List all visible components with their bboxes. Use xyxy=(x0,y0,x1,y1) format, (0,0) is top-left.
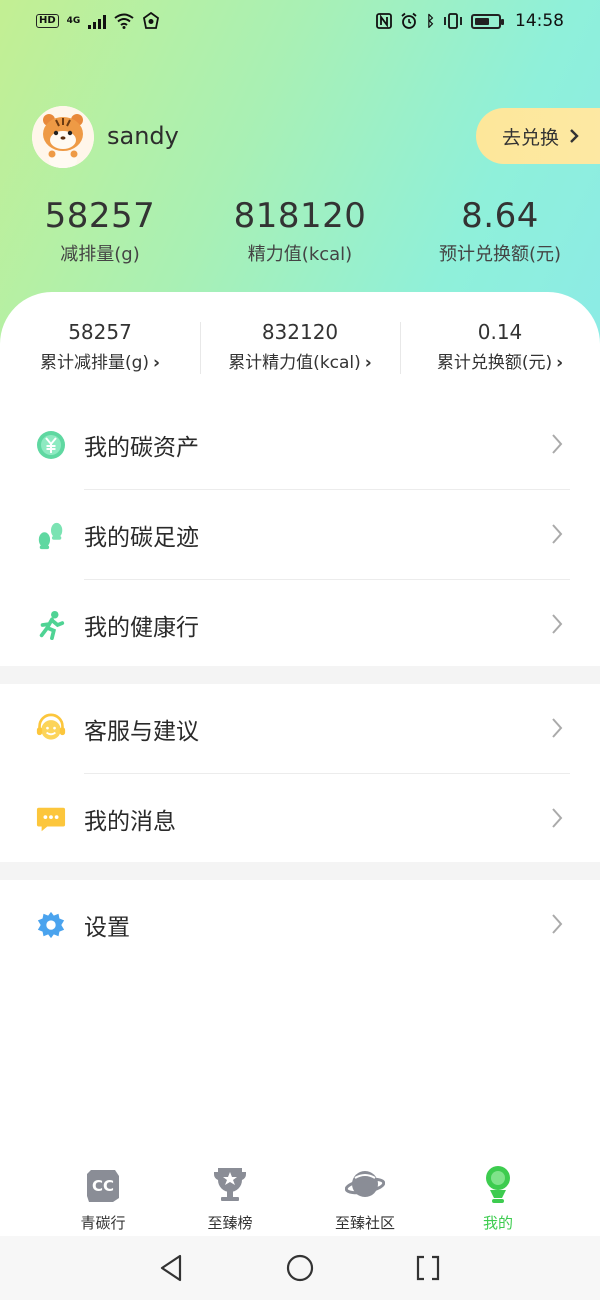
chevron-right-icon xyxy=(570,129,579,143)
stat-label: 累计减排量(g) xyxy=(39,353,150,373)
cumulative-exchange[interactable]: 0.14 累计兑换额(元) › xyxy=(400,320,600,376)
planet-icon xyxy=(344,1171,386,1197)
tab-label: 至臻社区 xyxy=(334,1214,395,1232)
tiger-avatar-icon xyxy=(32,106,94,168)
exchange-button[interactable]: 去兑换 xyxy=(476,108,600,164)
svg-text:CC: CC xyxy=(92,1177,114,1195)
menu-item-healthy-travel[interactable]: 我的健康行 xyxy=(0,580,600,670)
chevron-right-icon xyxy=(552,524,563,544)
tab-qingtanxing[interactable]: CC 青碳行 xyxy=(53,1156,153,1233)
system-navigation-bar xyxy=(0,1236,600,1300)
gear-icon xyxy=(36,910,66,940)
status-bar: HD 4G ᛒ 14:58 xyxy=(0,0,600,42)
tab-label: 青碳行 xyxy=(80,1214,126,1232)
chevron-right-icon xyxy=(552,808,563,828)
cumulative-stats: 58257 累计减排量(g) › 832120 累计精力值(kcal) › 0.14… xyxy=(0,320,600,376)
person-icon xyxy=(486,1166,510,1203)
menu-item-label: 我的碳足迹 xyxy=(84,525,199,551)
menu-item-carbon-assets[interactable]: 我的碳资产 xyxy=(0,400,600,490)
chevron-right-icon xyxy=(552,718,563,738)
recents-icon[interactable] xyxy=(412,1252,444,1284)
section-gap xyxy=(0,862,600,880)
home-icon[interactable] xyxy=(284,1252,316,1284)
tab-mine[interactable]: 我的 xyxy=(448,1156,548,1233)
nfc-icon xyxy=(376,13,392,29)
menu-item-settings[interactable]: 设置 xyxy=(0,880,600,970)
stat-value: 8.64 xyxy=(461,196,539,236)
chevron-right-icon xyxy=(552,614,563,634)
exchange-button-label: 去兑换 xyxy=(502,126,560,149)
cc-icon: CC xyxy=(87,1170,119,1202)
bottom-tab-bar: CC 青碳行 至臻榜 至臻社区 我的 xyxy=(0,1156,600,1236)
yuan-coin-icon xyxy=(36,430,66,460)
stat-label: 预计兑换额(元) xyxy=(438,244,562,265)
footprint-icon xyxy=(36,520,66,550)
hd-badge: HD xyxy=(36,14,59,28)
runner-icon xyxy=(36,610,66,640)
cumulative-emission-reduction[interactable]: 58257 累计减排量(g) › xyxy=(0,320,200,376)
stat-value: 832120 xyxy=(261,320,339,344)
chevron-right-icon xyxy=(552,914,563,934)
stat-label: 减排量(g) xyxy=(60,244,140,265)
menu-item-label: 设置 xyxy=(84,915,130,941)
menu-item-label: 我的健康行 xyxy=(84,615,199,641)
bluetooth-icon: ᛒ xyxy=(425,12,435,30)
shield-icon xyxy=(143,12,160,29)
headset-icon xyxy=(36,713,66,744)
wifi-icon xyxy=(114,13,134,29)
stat-energy: 818120 精力值(kcal) xyxy=(200,196,400,266)
vibrate-icon xyxy=(444,13,462,29)
message-icon xyxy=(36,804,66,834)
chevron-right-icon: › xyxy=(556,353,564,373)
chevron-right-icon: › xyxy=(364,353,372,373)
cumulative-energy[interactable]: 832120 累计精力值(kcal) › xyxy=(200,320,400,376)
menu-item-customer-service[interactable]: 客服与建议 xyxy=(0,684,600,774)
menu-group-assets: 我的碳资产 我的碳足迹 我的健康行 xyxy=(0,400,600,670)
stat-value: 58257 xyxy=(68,320,132,344)
menu-item-carbon-footprint[interactable]: 我的碳足迹 xyxy=(0,490,600,580)
menu-group-settings: 设置 xyxy=(0,880,600,970)
battery-icon xyxy=(471,13,504,29)
stat-label: 累计兑换额(元) xyxy=(436,353,553,373)
section-gap xyxy=(0,666,600,684)
menu-item-label: 客服与建议 xyxy=(84,719,199,745)
stat-label: 累计精力值(kcal) xyxy=(228,353,361,373)
tab-zhizhen-community[interactable]: 至臻社区 xyxy=(315,1156,415,1233)
stat-value: 58257 xyxy=(44,196,156,236)
tab-label: 至臻榜 xyxy=(207,1214,253,1232)
menu-item-label: 我的消息 xyxy=(84,809,176,835)
stat-value: 818120 xyxy=(233,196,367,236)
network-type: 4G xyxy=(66,15,81,26)
current-stats: 58257 减排量(g) 818120 精力值(kcal) 8.64 预计兑换额… xyxy=(0,196,600,266)
avatar[interactable] xyxy=(32,106,94,168)
stat-estimated-exchange: 8.64 预计兑换额(元) xyxy=(400,196,600,266)
chevron-right-icon xyxy=(552,434,563,454)
tab-label: 我的 xyxy=(482,1214,513,1232)
menu-group-support: 客服与建议 我的消息 xyxy=(0,684,600,864)
alarm-icon xyxy=(401,12,417,29)
clock: 14:58 xyxy=(515,11,564,31)
menu-item-messages[interactable]: 我的消息 xyxy=(0,774,600,864)
back-icon[interactable] xyxy=(156,1252,188,1284)
signal-icon xyxy=(88,14,107,29)
stat-label: 精力值(kcal) xyxy=(247,244,353,265)
username: sandy xyxy=(107,122,179,150)
trophy-icon xyxy=(213,1168,247,1201)
menu-item-label: 我的碳资产 xyxy=(84,435,199,461)
stat-emission-reduction: 58257 减排量(g) xyxy=(0,196,200,266)
chevron-right-icon: › xyxy=(153,353,161,373)
tab-zhizhen-ranking[interactable]: 至臻榜 xyxy=(180,1156,280,1233)
stat-value: 0.14 xyxy=(477,320,523,344)
